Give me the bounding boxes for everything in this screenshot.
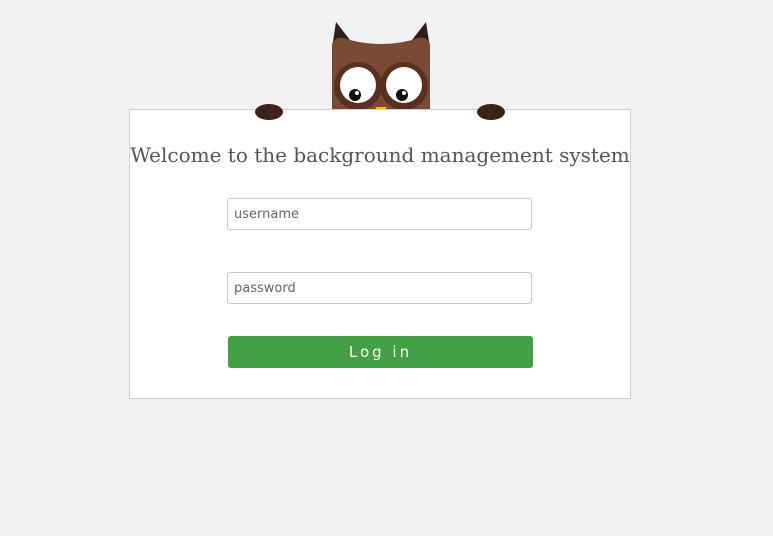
password-input[interactable] [227,272,532,304]
login-title: Welcome to the background management sys… [130,143,630,167]
owl-right-paw [477,104,505,120]
login-panel: Welcome to the background management sys… [129,109,631,399]
owl-mascot-icon [332,22,430,114]
login-button[interactable]: Log in [228,336,533,368]
login-page: Welcome to the background management sys… [0,0,773,536]
username-input[interactable] [227,198,532,230]
owl-left-paw [255,104,283,120]
